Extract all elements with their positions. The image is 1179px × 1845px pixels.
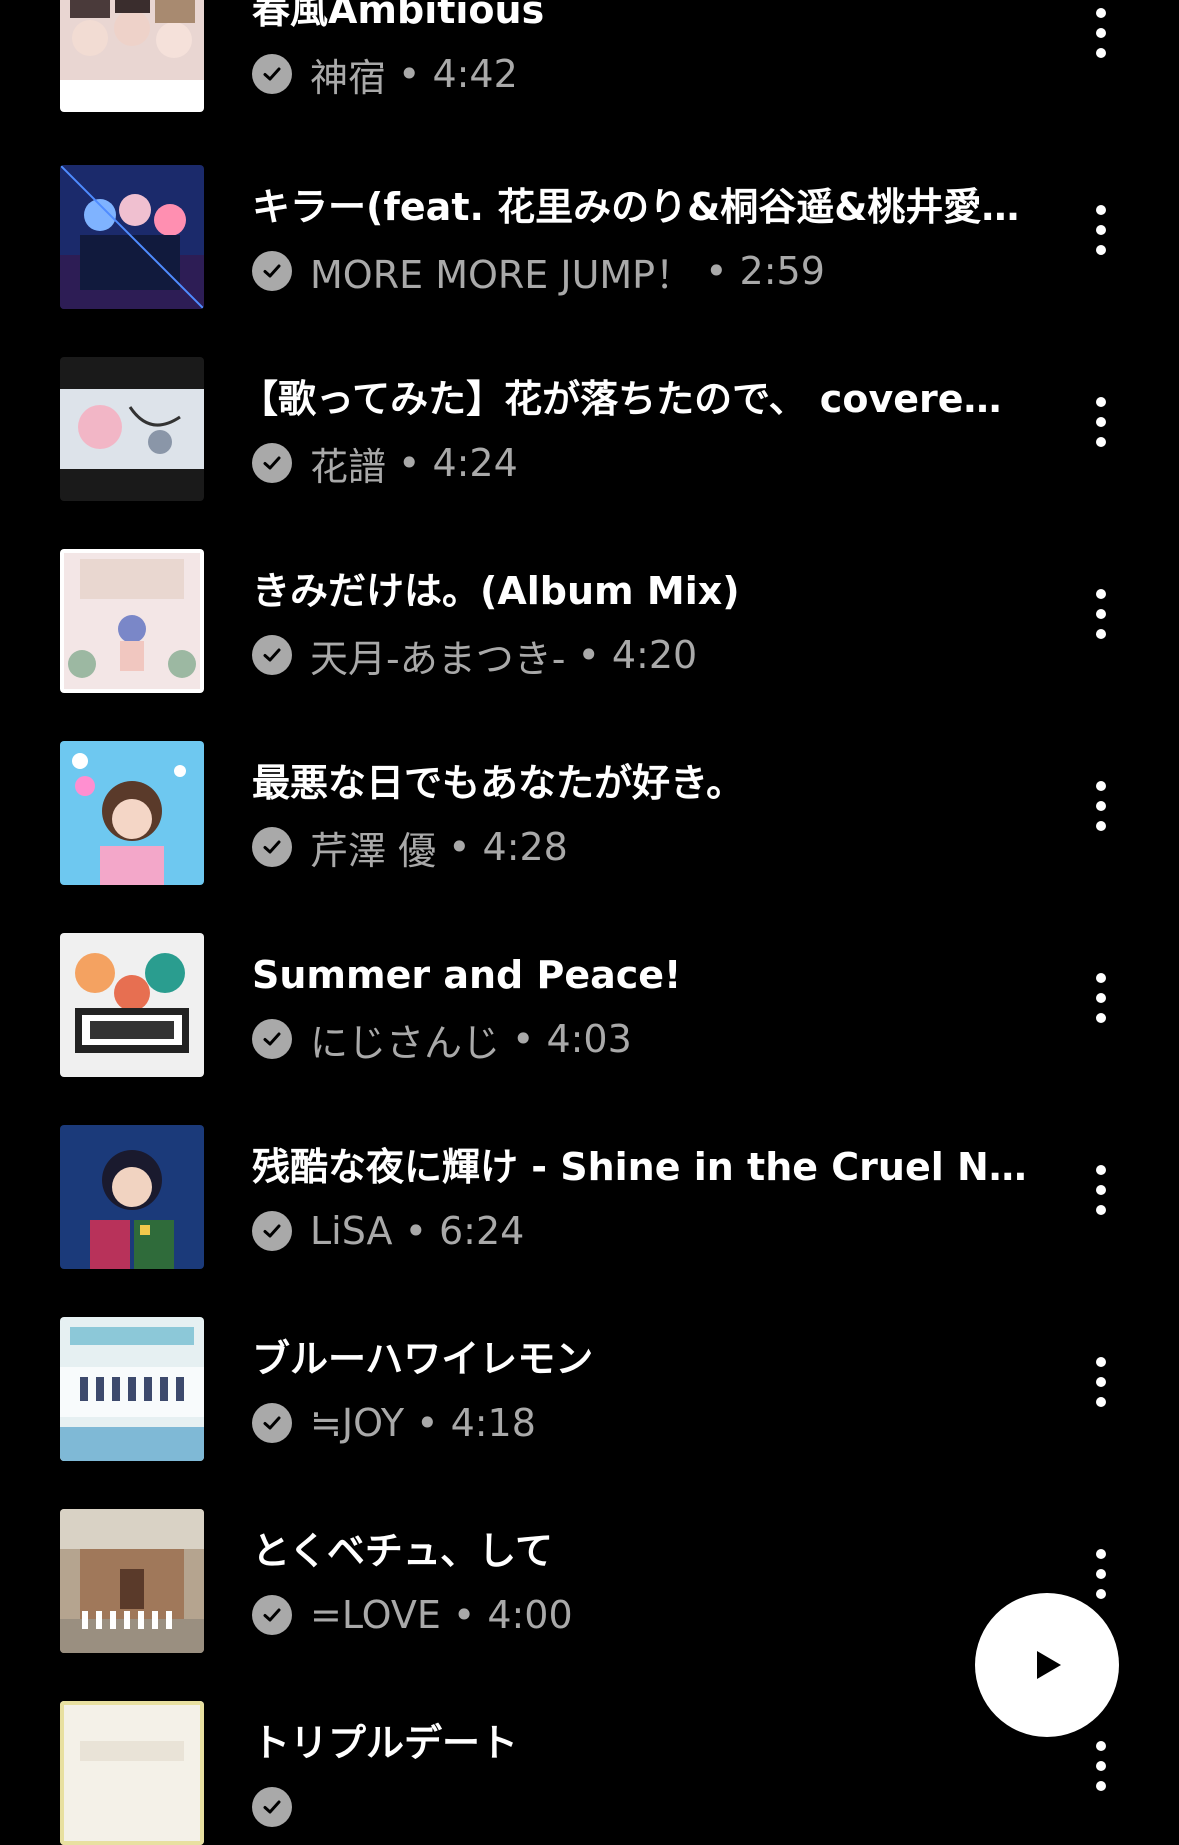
track-artist: 花譜 bbox=[310, 444, 387, 489]
more-vertical-icon[interactable] bbox=[1080, 953, 1122, 1043]
check-circle-icon bbox=[252, 1403, 292, 1443]
track-title: とくベチュ、して bbox=[252, 1529, 553, 1573]
check-circle-icon bbox=[252, 827, 292, 867]
album-art bbox=[60, 1317, 204, 1461]
more-vertical-icon[interactable] bbox=[1080, 0, 1122, 78]
check-circle-icon bbox=[252, 1019, 292, 1059]
check-circle-icon bbox=[252, 1595, 292, 1635]
check-circle-icon bbox=[252, 635, 292, 675]
track-subtitle: ≒JOY • 4:18 bbox=[252, 1399, 536, 1447]
track-duration: 4:20 bbox=[611, 633, 698, 677]
album-art bbox=[60, 357, 204, 501]
more-vertical-icon[interactable] bbox=[1080, 1337, 1122, 1427]
more-vertical-icon[interactable] bbox=[1080, 761, 1122, 851]
track-row[interactable]: 最悪な日でもあなたが好き。 芹澤 優 • 4:28 bbox=[0, 693, 1179, 885]
separator-dot: • bbox=[705, 249, 728, 293]
check-circle-icon bbox=[252, 1211, 292, 1251]
track-duration: 4:42 bbox=[432, 52, 518, 96]
track-title: 残酷な夜に輝け - Shine in the Cruel Ni… bbox=[252, 1145, 1032, 1189]
separator-dot: • bbox=[398, 52, 421, 96]
track-artist: 神宿 bbox=[310, 55, 387, 100]
track-title: キラー(feat. 花里みのり&桐谷遥&桃井愛… bbox=[252, 185, 1020, 229]
album-art bbox=[60, 1509, 204, 1653]
track-title: 最悪な日でもあなたが好き。 bbox=[252, 761, 745, 805]
track-title: 春風Ambitious bbox=[252, 0, 545, 32]
play-icon bbox=[1037, 1651, 1061, 1679]
track-duration: 4:03 bbox=[546, 1017, 632, 1061]
separator-dot: • bbox=[416, 1401, 439, 1445]
track-title: Summer and Peace! bbox=[252, 953, 682, 997]
check-circle-icon bbox=[252, 251, 292, 291]
more-vertical-icon[interactable] bbox=[1080, 569, 1122, 659]
track-row[interactable]: 春風Ambitious 神宿 • 4:42 bbox=[0, 0, 1179, 112]
track-subtitle: MORE MORE JUMP！ • 2:59 bbox=[252, 247, 825, 297]
track-artist: MORE MORE JUMP！ bbox=[310, 252, 694, 297]
separator-dot: • bbox=[404, 1209, 427, 1253]
more-vertical-icon[interactable] bbox=[1080, 1721, 1122, 1811]
track-artist: 芹澤 優 bbox=[310, 828, 437, 873]
check-circle-icon bbox=[252, 54, 292, 94]
separator-dot: • bbox=[448, 825, 471, 869]
album-art bbox=[60, 0, 204, 112]
play-button[interactable] bbox=[975, 1593, 1119, 1737]
track-subtitle: LiSA • 6:24 bbox=[252, 1207, 524, 1255]
track-row[interactable]: きみだけは。(Album Mix) 天月-あまつき- • 4:20 bbox=[0, 501, 1179, 693]
separator-dot: • bbox=[577, 633, 600, 677]
track-duration: 2:59 bbox=[739, 249, 825, 293]
check-circle-icon bbox=[252, 1787, 292, 1827]
track-artist: LiSA bbox=[310, 1209, 393, 1253]
track-duration: 4:28 bbox=[482, 825, 568, 869]
track-title: トリプルデート bbox=[252, 1721, 519, 1765]
track-row[interactable]: Summer and Peace! にじさんじ • 4:03 bbox=[0, 885, 1179, 1077]
album-art bbox=[60, 1125, 204, 1269]
album-art bbox=[60, 741, 204, 885]
separator-dot: • bbox=[512, 1017, 535, 1061]
track-duration: 4:00 bbox=[487, 1593, 573, 1637]
album-art bbox=[60, 1701, 204, 1845]
track-duration: 6:24 bbox=[438, 1209, 525, 1253]
track-subtitle: 神宿 • 4:42 bbox=[252, 50, 518, 100]
track-artist: ≒JOY bbox=[310, 1401, 405, 1445]
track-title: 【歌ってみた】花が落ちたので、 covered… bbox=[240, 377, 1020, 421]
track-subtitle: にじさんじ • 4:03 bbox=[252, 1015, 632, 1065]
track-subtitle: 花譜 • 4:24 bbox=[252, 439, 518, 489]
track-title: ブルーハワイレモン bbox=[252, 1337, 594, 1381]
album-art bbox=[60, 165, 204, 309]
track-title: きみだけは。(Album Mix) bbox=[252, 569, 740, 613]
track-subtitle: =LOVE • 4:00 bbox=[252, 1591, 573, 1639]
more-vertical-icon[interactable] bbox=[1080, 377, 1122, 467]
track-subtitle: 芹澤 優 • 4:28 bbox=[252, 823, 568, 873]
track-artist: 天月-あまつき- bbox=[310, 636, 566, 681]
separator-dot: • bbox=[452, 1593, 476, 1637]
track-duration: 4:24 bbox=[432, 441, 518, 485]
track-row[interactable]: キラー(feat. 花里みのり&桐谷遥&桃井愛… MORE MORE JUMP！… bbox=[0, 117, 1179, 309]
album-art bbox=[60, 549, 204, 693]
track-row[interactable]: 【歌ってみた】花が落ちたので、 covered… 花譜 • 4:24 bbox=[0, 309, 1179, 501]
check-circle-icon bbox=[252, 443, 292, 483]
track-row[interactable]: ブルーハワイレモン ≒JOY • 4:18 bbox=[0, 1269, 1179, 1461]
track-artist: =LOVE bbox=[310, 1593, 441, 1637]
more-vertical-icon[interactable] bbox=[1080, 185, 1122, 275]
separator-dot: • bbox=[398, 441, 421, 485]
album-art bbox=[60, 933, 204, 1077]
track-row[interactable]: 残酷な夜に輝け - Shine in the Cruel Ni… LiSA • … bbox=[0, 1077, 1179, 1269]
track-subtitle bbox=[252, 1783, 310, 1831]
more-vertical-icon[interactable] bbox=[1080, 1145, 1122, 1235]
track-artist: にじさんじ bbox=[310, 1020, 501, 1065]
track-duration: 4:18 bbox=[450, 1401, 536, 1445]
track-subtitle: 天月-あまつき- • 4:20 bbox=[252, 631, 698, 681]
